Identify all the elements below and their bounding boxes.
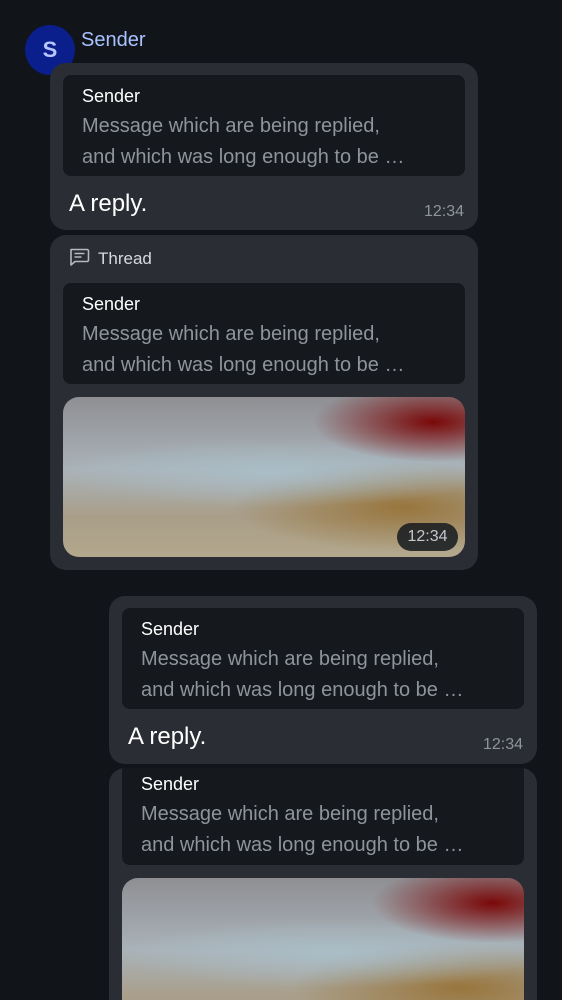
quoted-sender: Sender xyxy=(141,619,200,639)
thread-label: Thread xyxy=(98,249,152,268)
quoted-message[interactable]: Sender Message which are being replied, … xyxy=(63,283,465,384)
quoted-sender: Sender xyxy=(82,86,141,106)
outgoing-image-message-bubble[interactable]: Sender Message which are being replied, … xyxy=(109,768,537,1000)
quoted-preview: Message which are being replied, and whi… xyxy=(141,648,464,701)
message-time: 12:34 xyxy=(482,736,523,753)
quoted-sender: Sender xyxy=(82,294,141,314)
incoming-image-message-bubble[interactable]: Thread Sender Message which are being re… xyxy=(50,235,478,570)
quoted-message[interactable]: Sender Message which are being replied, … xyxy=(122,608,524,709)
message-time: 12:34 xyxy=(423,203,464,220)
image-time-badge: 12:34 xyxy=(397,523,458,551)
quoted-preview: Message which are being replied, and whi… xyxy=(82,115,405,168)
incoming-message-bubble[interactable]: Sender Message which are being replied, … xyxy=(50,63,478,230)
avatar-letter: S xyxy=(42,37,58,62)
image-attachment[interactable]: 12:34 xyxy=(63,397,465,557)
sender-name[interactable]: Sender xyxy=(81,28,146,52)
thread-indicator[interactable]: Thread xyxy=(68,248,152,270)
quoted-message[interactable]: Sender Message which are being replied, … xyxy=(122,768,524,865)
quoted-sender: Sender xyxy=(141,774,200,794)
message-timeline: S Sender Sender Message which are being … xyxy=(0,0,562,1000)
message-text: A reply. xyxy=(69,190,148,217)
image-attachment[interactable] xyxy=(122,878,524,1000)
outgoing-message-bubble[interactable]: Sender Message which are being replied, … xyxy=(109,596,537,764)
quoted-message[interactable]: Sender Message which are being replied, … xyxy=(63,75,465,176)
message-text: A reply. xyxy=(128,723,207,750)
thread-icon xyxy=(68,247,90,272)
quoted-preview: Message which are being replied, and whi… xyxy=(82,323,405,376)
quoted-preview: Message which are being replied, and whi… xyxy=(141,803,464,856)
